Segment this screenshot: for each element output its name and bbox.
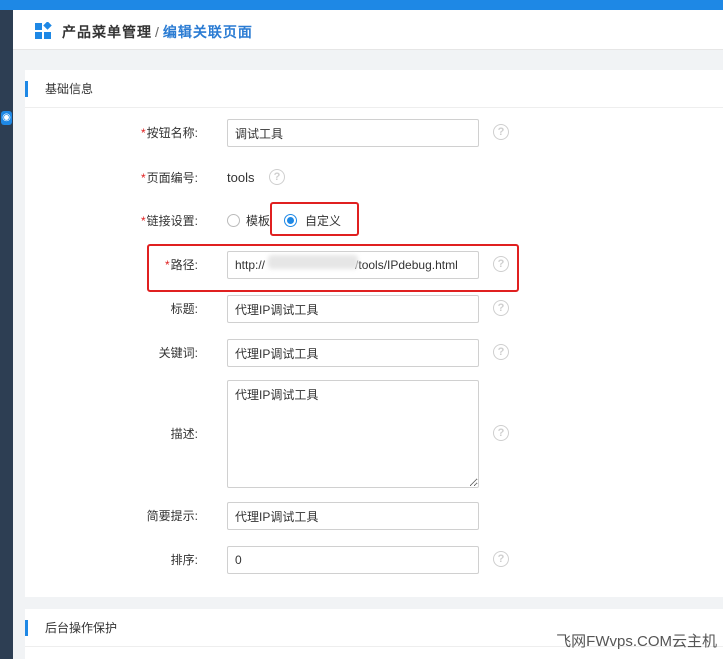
field-path: *路径: http:// /tools/IPdebug.html ? — [25, 251, 723, 279]
radio-custom-label[interactable]: 自定义 — [305, 207, 341, 235]
title-label: 标题: — [170, 302, 198, 316]
keywords-input[interactable] — [227, 339, 479, 367]
link-setting-label: *链接设置: — [140, 214, 198, 228]
help-icon[interactable]: ? — [493, 300, 509, 316]
field-hint: 简要提示: — [25, 502, 723, 530]
path-label: *路径: — [164, 258, 198, 272]
required-mark: * — [140, 171, 146, 185]
required-mark: * — [164, 258, 170, 272]
description-label: 描述: — [170, 427, 198, 441]
help-icon[interactable]: ? — [493, 425, 509, 441]
order-input[interactable] — [227, 546, 479, 574]
help-icon[interactable]: ? — [269, 169, 285, 185]
top-bar — [0, 0, 723, 10]
path-prefix: http:// — [235, 258, 266, 272]
hint-label: 简要提示: — [146, 509, 198, 523]
section-title-basic: 基础信息 — [25, 70, 723, 108]
watermark: 飞网FWvps.COM云主机 — [556, 633, 717, 650]
field-page-code: *页面编号: tools ? — [25, 164, 723, 192]
left-sidebar: ◉ — [0, 10, 13, 659]
circle-dot-icon[interactable]: ◉ — [1, 111, 12, 125]
redaction-blur — [268, 255, 358, 269]
path-suffix: /tools/IPdebug.html — [355, 258, 458, 272]
button-name-label: *按钮名称: — [140, 126, 198, 140]
title-input[interactable] — [227, 295, 479, 323]
hint-input[interactable] — [227, 502, 479, 530]
breadcrumb-separator: / — [155, 24, 160, 40]
apps-icon — [35, 22, 52, 39]
field-description: 描述: ? — [25, 380, 723, 488]
radio-template[interactable] — [227, 214, 240, 227]
help-icon[interactable]: ? — [493, 344, 509, 360]
required-mark: * — [140, 214, 146, 228]
breadcrumb-parent[interactable]: 产品菜单管理 — [62, 24, 152, 40]
description-textarea[interactable] — [227, 380, 479, 488]
help-icon[interactable]: ? — [493, 256, 509, 272]
page-header: 产品菜单管理 / 编辑关联页面 — [13, 10, 723, 50]
field-keywords: 关键词: ? — [25, 339, 723, 367]
keywords-label: 关键词: — [158, 346, 198, 360]
radio-template-label[interactable]: 模板 — [246, 207, 270, 235]
breadcrumb-current: 编辑关联页面 — [162, 24, 253, 40]
button-name-input[interactable] — [227, 119, 479, 147]
basic-info-card: 基础信息 *按钮名称: ? *页面编号: tools ? *链接设置: 模板 自… — [25, 70, 723, 597]
radio-custom[interactable] — [284, 214, 297, 227]
page-code-label: *页面编号: — [140, 171, 198, 185]
field-button-name: *按钮名称: ? — [25, 119, 723, 147]
help-icon[interactable]: ? — [493, 551, 509, 567]
page-code-value: tools — [227, 170, 255, 185]
field-order: 排序: ? — [25, 546, 723, 574]
required-mark: * — [140, 126, 146, 140]
field-title: 标题: ? — [25, 295, 723, 323]
order-label: 排序: — [170, 553, 198, 567]
help-icon[interactable]: ? — [493, 124, 509, 140]
breadcrumb: 产品菜单管理 / 编辑关联页面 — [62, 22, 253, 42]
field-link-setting: *链接设置: 模板 自定义 — [25, 207, 723, 235]
